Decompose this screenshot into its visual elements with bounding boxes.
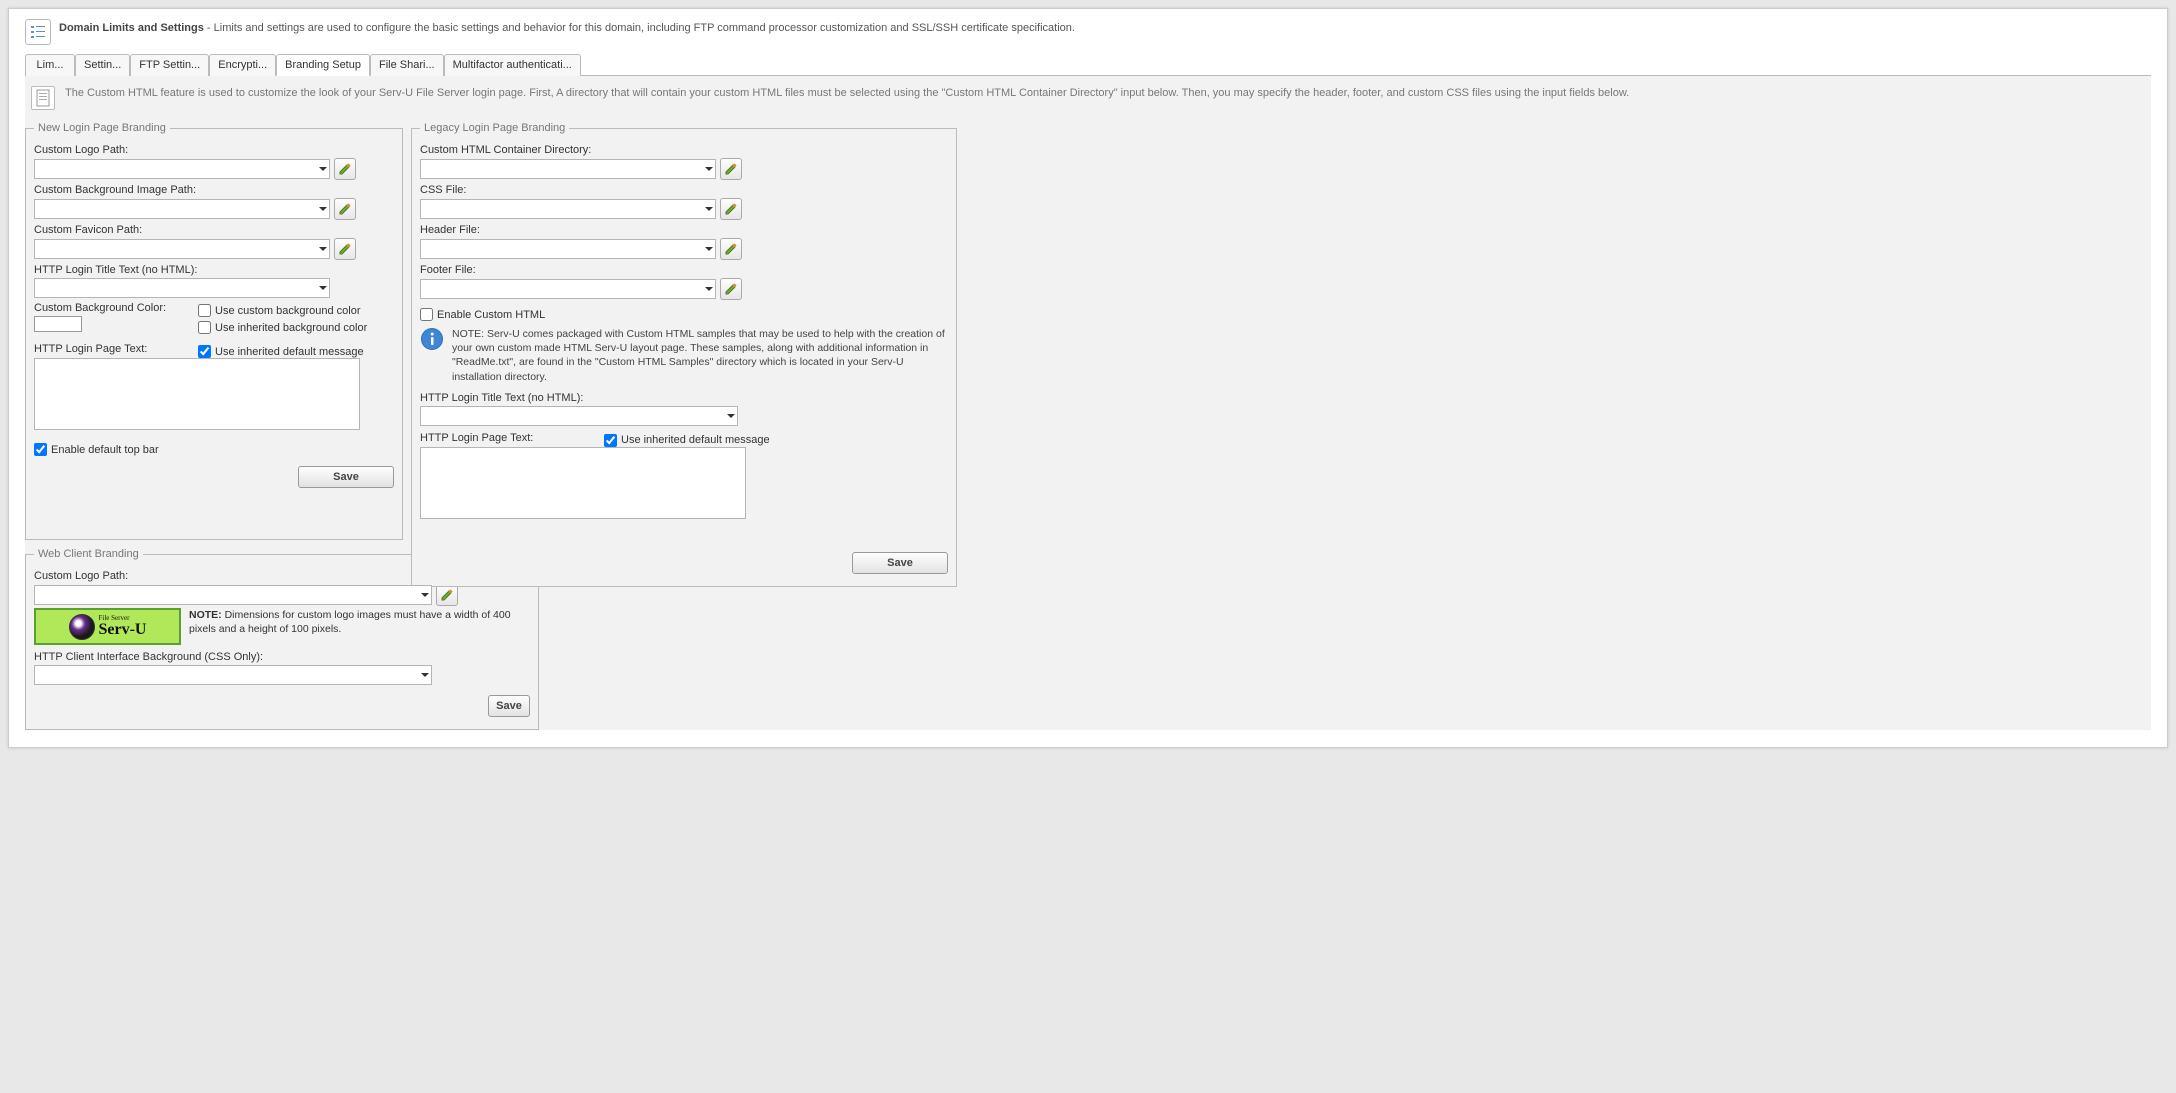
right-column: Legacy Login Page Branding Custom HTML C… xyxy=(411,122,957,587)
settings-list-icon xyxy=(25,19,51,45)
page-title: Domain Limits and Settings xyxy=(59,22,204,34)
document-icon xyxy=(31,86,55,110)
custom-logo-path-input[interactable] xyxy=(34,159,330,179)
info-icon xyxy=(420,327,444,351)
legacy-use-inherited-msg-label: Use inherited default message xyxy=(621,434,770,446)
page-header-text: Domain Limits and Settings - Limits and … xyxy=(59,19,1075,36)
http-login-page-text[interactable] xyxy=(34,358,360,430)
custom-bg-color-label: Custom Background Color: xyxy=(34,302,184,314)
tab-content: The Custom HTML feature is used to custo… xyxy=(25,76,2151,730)
http-title-input[interactable] xyxy=(34,278,330,298)
use-custom-bg-checkbox[interactable] xyxy=(198,304,211,317)
page-subtitle: - Limits and settings are used to config… xyxy=(204,22,1075,34)
wc-note: NOTE: Dimensions for custom logo images … xyxy=(189,608,530,636)
css-file-input[interactable] xyxy=(420,199,716,219)
legacy-use-inherited-msg-checkbox[interactable] xyxy=(604,434,617,447)
http-title-combo[interactable] xyxy=(34,278,330,298)
legacy-note-label: NOTE: xyxy=(452,328,484,340)
logo-big-text: Serv-U xyxy=(99,621,147,638)
enable-custom-html-label: Enable Custom HTML xyxy=(437,309,545,321)
new-login-fieldset: New Login Page Branding Custom Logo Path… xyxy=(25,122,403,540)
save-button[interactable]: Save xyxy=(298,466,394,488)
header-file-input[interactable] xyxy=(420,239,716,259)
new-login-legend: New Login Page Branding xyxy=(34,122,170,134)
tab-limits[interactable]: Lim... xyxy=(25,54,75,76)
use-inherited-bg-checkbox[interactable] xyxy=(198,321,211,334)
legacy-login-fieldset: Legacy Login Page Branding Custom HTML C… xyxy=(411,122,957,587)
tab-encryption[interactable]: Encrypti... xyxy=(209,54,276,76)
http-title-label: HTTP Login Title Text (no HTML): xyxy=(34,264,394,276)
wc-note-text: Dimensions for custom logo images must h… xyxy=(189,609,511,635)
wc-note-label: NOTE: xyxy=(189,609,222,621)
custom-logo-path-label: Custom Logo Path: xyxy=(34,144,394,156)
custom-bg-image-combo[interactable] xyxy=(34,199,330,219)
custom-bg-image-label: Custom Background Image Path: xyxy=(34,184,394,196)
web-client-legend: Web Client Branding xyxy=(34,548,143,560)
edit-button[interactable] xyxy=(720,238,742,260)
custom-favicon-label: Custom Favicon Path: xyxy=(34,224,394,236)
wc-custom-logo-combo[interactable] xyxy=(34,585,432,605)
color-swatch[interactable] xyxy=(34,316,82,332)
legacy-note-text: Serv-U comes packaged with Custom HTML s… xyxy=(452,328,945,383)
enable-custom-html-checkbox[interactable] xyxy=(420,308,433,321)
save-button[interactable]: Save xyxy=(852,552,948,574)
css-file-label: CSS File: xyxy=(420,184,948,196)
legacy-http-title-combo[interactable] xyxy=(420,406,738,426)
tab-multifactor[interactable]: Multifactor authenticati... xyxy=(444,54,581,76)
wc-http-client-bg-label: HTTP Client Interface Background (CSS On… xyxy=(34,651,530,663)
tab-branding-setup[interactable]: Branding Setup xyxy=(276,54,370,76)
enable-default-top-bar-checkbox[interactable] xyxy=(34,443,47,456)
main-panel: Domain Limits and Settings - Limits and … xyxy=(8,8,2168,748)
custom-favicon-input[interactable] xyxy=(34,239,330,259)
footer-file-input[interactable] xyxy=(420,279,716,299)
use-inherited-bg-label: Use inherited background color xyxy=(215,322,367,334)
use-inherited-msg-checkbox[interactable] xyxy=(198,345,211,358)
legacy-http-login-page-text-label: HTTP Login Page Text: xyxy=(420,432,590,444)
edit-button[interactable] xyxy=(720,278,742,300)
container-dir-label: Custom HTML Container Directory: xyxy=(420,144,948,156)
page-header: Domain Limits and Settings - Limits and … xyxy=(25,19,2151,45)
intro-box: The Custom HTML feature is used to custo… xyxy=(25,84,2151,112)
css-file-combo[interactable] xyxy=(420,199,716,219)
edit-button[interactable] xyxy=(334,198,356,220)
legacy-http-title-label: HTTP Login Title Text (no HTML): xyxy=(420,392,948,404)
legacy-login-legend: Legacy Login Page Branding xyxy=(420,122,569,134)
tab-file-sharing[interactable]: File Shari... xyxy=(370,54,444,76)
edit-button[interactable] xyxy=(436,584,458,606)
edit-button[interactable] xyxy=(334,158,356,180)
enable-default-top-bar-label: Enable default top bar xyxy=(51,444,159,456)
servu-logo-icon xyxy=(69,614,95,640)
use-inherited-msg-label: Use inherited default message xyxy=(215,346,364,358)
footer-file-combo[interactable] xyxy=(420,279,716,299)
tab-bar: Lim... Settin... FTP Settin... Encrypti.… xyxy=(25,53,2151,76)
legacy-note: NOTE: Serv-U comes packaged with Custom … xyxy=(452,327,948,384)
edit-button[interactable] xyxy=(720,158,742,180)
use-custom-bg-label: Use custom background color xyxy=(215,305,361,317)
edit-button[interactable] xyxy=(720,198,742,220)
wc-http-client-bg-combo[interactable] xyxy=(34,665,432,685)
container-dir-combo[interactable] xyxy=(420,159,716,179)
columns: New Login Page Branding Custom Logo Path… xyxy=(25,122,2151,730)
edit-button[interactable] xyxy=(334,238,356,260)
custom-logo-path-combo[interactable] xyxy=(34,159,330,179)
left-column: New Login Page Branding Custom Logo Path… xyxy=(25,122,403,730)
http-login-page-text-label: HTTP Login Page Text: xyxy=(34,343,184,355)
tab-ftp-settings[interactable]: FTP Settin... xyxy=(130,54,209,76)
tab-settings[interactable]: Settin... xyxy=(75,54,130,76)
legacy-http-title-input[interactable] xyxy=(420,406,738,426)
wc-custom-logo-input[interactable] xyxy=(34,585,432,605)
footer-file-label: Footer File: xyxy=(420,264,948,276)
header-file-label: Header File: xyxy=(420,224,948,236)
header-file-combo[interactable] xyxy=(420,239,716,259)
container-dir-input[interactable] xyxy=(420,159,716,179)
legacy-http-login-page-text[interactable] xyxy=(420,447,746,519)
intro-text: The Custom HTML feature is used to custo… xyxy=(65,86,1629,101)
custom-bg-image-input[interactable] xyxy=(34,199,330,219)
custom-favicon-combo[interactable] xyxy=(34,239,330,259)
save-button[interactable]: Save xyxy=(488,695,530,717)
logo-preview: File Server Serv-U xyxy=(34,608,181,645)
wc-http-client-bg-input[interactable] xyxy=(34,665,432,685)
